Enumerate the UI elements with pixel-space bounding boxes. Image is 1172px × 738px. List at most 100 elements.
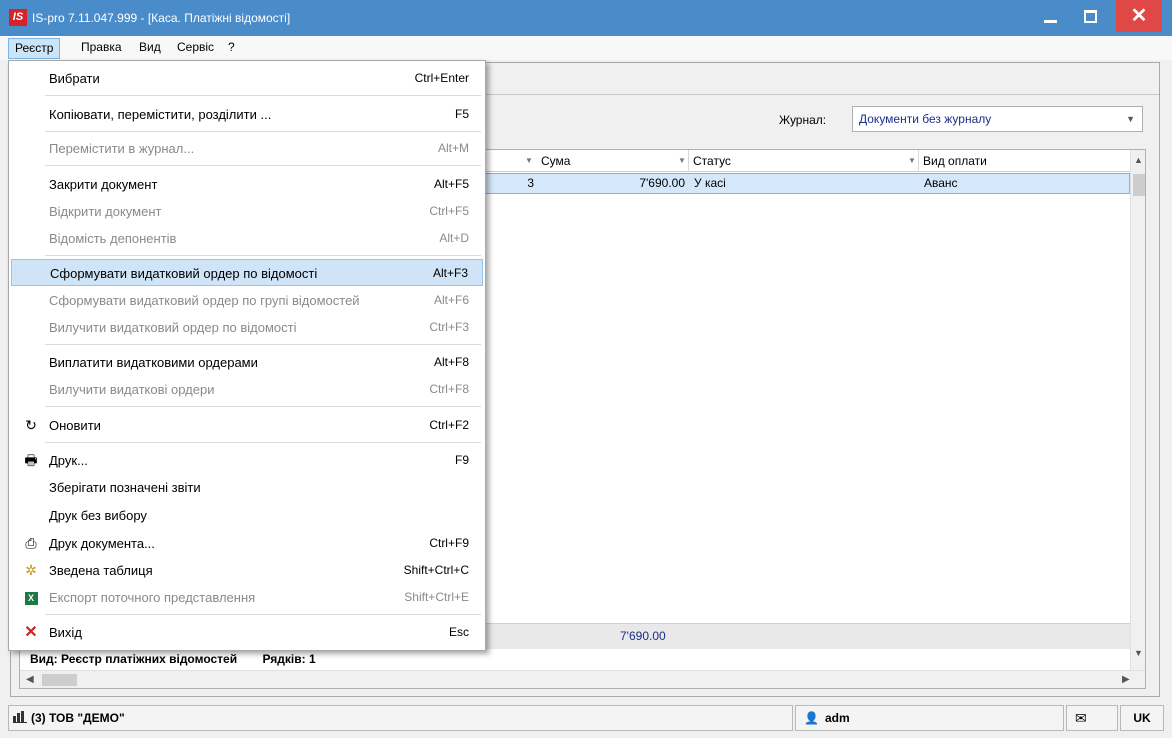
menu-item-depositors-sheet[interactable]: Відомість депонентів Alt+D bbox=[11, 225, 483, 252]
maximize-icon bbox=[1083, 9, 1097, 23]
menu-register[interactable]: Реєстр bbox=[8, 38, 61, 59]
status-user-text: adm bbox=[824, 711, 850, 725]
menu-item-label: Виплатити видатковими ордерами bbox=[49, 355, 258, 370]
scroll-thumb[interactable] bbox=[42, 674, 77, 686]
menu-edit[interactable]: Правка bbox=[75, 38, 128, 59]
menu-item-label: Зберігати позначені звіти bbox=[49, 480, 201, 495]
app-logo: IS bbox=[9, 9, 27, 26]
menu-item-label: Вибрати bbox=[49, 71, 100, 86]
total-sum: 7'690.00 bbox=[620, 629, 666, 643]
menu-item-exit[interactable]: ✕ Вихід Esc bbox=[11, 619, 483, 646]
row-number: 3 bbox=[527, 176, 534, 190]
menu-item-label: Копіювати, перемістити, розділити ... bbox=[49, 107, 272, 122]
status-bar: (3) ТОВ "ДЕМО" 👤 adm ✉ UK bbox=[0, 705, 1172, 731]
status-org-text: (3) ТОВ "ДЕМО" bbox=[31, 711, 125, 725]
menu-item-create-order-by-group[interactable]: Сформувати видатковий ордер по групі від… bbox=[11, 287, 483, 314]
journal-select[interactable]: Документи без журналу ▼ bbox=[852, 106, 1143, 132]
print-document-icon: ⎙ bbox=[25, 535, 37, 551]
minimize-button[interactable] bbox=[1030, 0, 1070, 32]
menu-item-label: Сформувати видатковий ордер по групі від… bbox=[49, 293, 360, 308]
menu-item-refresh[interactable]: ↻ Оновити Ctrl+F2 bbox=[11, 412, 483, 439]
menu-item-shortcut: Alt+D bbox=[439, 231, 469, 245]
scroll-thumb[interactable] bbox=[1133, 174, 1145, 196]
menu-item-shortcut: Shift+Ctrl+C bbox=[403, 563, 469, 577]
window-title: IS-pro 7.11.047.999 - [Каса. Платіжні ві… bbox=[32, 11, 291, 25]
journal-select-value: Документи без журналу bbox=[859, 112, 992, 126]
organization-icon bbox=[13, 711, 27, 723]
status-mail[interactable]: ✉ bbox=[1066, 705, 1118, 731]
menu-item-label: Експорт поточного представлення bbox=[49, 590, 256, 605]
user-icon: 👤 bbox=[804, 711, 819, 725]
menu-item-print-without-selection[interactable]: Друк без вибору bbox=[11, 502, 483, 529]
menu-bar: Реєстр Правка Вид Сервіс ? bbox=[0, 36, 1172, 60]
menu-item-label: Друк документа... bbox=[49, 536, 155, 551]
filter-icon[interactable]: ▼ bbox=[525, 150, 533, 172]
menu-item-label: Відкрити документ bbox=[49, 204, 162, 219]
title-bar[interactable]: IS IS-pro 7.11.047.999 - [Каса. Платіжні… bbox=[0, 0, 1172, 36]
menu-item-label: Вилучити видатковий ордер по відомості bbox=[49, 320, 297, 335]
menu-separator bbox=[45, 442, 481, 443]
menu-item-label: Перемістити в журнал... bbox=[49, 141, 195, 156]
refresh-icon: ↻ bbox=[25, 417, 37, 433]
horizontal-scrollbar[interactable]: ◀ ▶ bbox=[20, 670, 1145, 688]
menu-item-label: Друк без вибору bbox=[49, 508, 147, 523]
menu-item-shortcut: Ctrl+F9 bbox=[429, 536, 469, 550]
filter-icon[interactable]: ▼ bbox=[908, 150, 916, 172]
status-user[interactable]: 👤 adm bbox=[795, 705, 1064, 731]
cell-sum: 7'690.00 bbox=[639, 176, 685, 190]
menu-item-pay-by-orders[interactable]: Виплатити видатковими ордерами Alt+F8 bbox=[11, 349, 483, 376]
grid-summary: Вид: Реєстр платіжних відомостей Рядків:… bbox=[30, 652, 316, 666]
menu-item-select[interactable]: Вибрати Ctrl+Enter bbox=[11, 65, 483, 92]
menu-item-open-document[interactable]: Відкрити документ Ctrl+F5 bbox=[11, 198, 483, 225]
vertical-scrollbar[interactable]: ▲ ▼ bbox=[1130, 150, 1145, 670]
menu-item-pivot-table[interactable]: ✲ Зведена таблиця Shift+Ctrl+C bbox=[11, 557, 483, 584]
menu-item-shortcut: Alt+F5 bbox=[433, 177, 469, 191]
menu-item-delete-orders[interactable]: Вилучити видаткові ордери Ctrl+F8 bbox=[11, 376, 483, 403]
menu-separator bbox=[45, 406, 481, 407]
menu-service[interactable]: Сервіс bbox=[171, 38, 220, 59]
status-language[interactable]: UK bbox=[1120, 705, 1164, 731]
excel-export-icon: X bbox=[23, 584, 39, 611]
menu-item-label: Вихід bbox=[49, 625, 82, 640]
summary-rows: Рядків: 1 bbox=[262, 652, 316, 666]
menu-item-export-view[interactable]: X Експорт поточного представлення Shift+… bbox=[11, 584, 483, 611]
menu-item-move-to-journal[interactable]: Перемістити в журнал... Alt+M bbox=[11, 135, 483, 162]
summary-view: Вид: Реєстр платіжних відомостей bbox=[30, 652, 238, 666]
menu-view[interactable]: Вид bbox=[133, 38, 167, 59]
scroll-up-icon[interactable]: ▲ bbox=[1134, 155, 1143, 165]
status-org[interactable]: (3) ТОВ "ДЕМО" bbox=[8, 705, 793, 731]
menu-item-delete-order-by-sheet[interactable]: Вилучити видатковий ордер по відомості C… bbox=[11, 314, 483, 341]
scroll-down-icon[interactable]: ▼ bbox=[1134, 648, 1143, 658]
menu-help[interactable]: ? bbox=[222, 38, 241, 59]
journal-label: Журнал: bbox=[779, 113, 827, 127]
menu-item-create-order-by-sheet[interactable]: Сформувати видатковий ордер по відомості… bbox=[11, 259, 483, 286]
filter-icon[interactable]: ▼ bbox=[678, 150, 686, 172]
pivot-table-icon: ✲ bbox=[25, 562, 37, 578]
menu-item-label: Друк... bbox=[49, 453, 88, 468]
maximize-button[interactable] bbox=[1070, 0, 1110, 32]
menu-separator bbox=[45, 165, 481, 166]
menu-item-shortcut: Ctrl+F8 bbox=[429, 382, 469, 396]
column-header-status[interactable]: Статус bbox=[689, 150, 919, 172]
scroll-right-icon[interactable]: ▶ bbox=[1122, 674, 1130, 685]
menu-separator bbox=[45, 255, 481, 256]
minimize-icon bbox=[1043, 19, 1057, 23]
close-icon: ✕ bbox=[1130, 5, 1148, 27]
chevron-down-icon: ▼ bbox=[1126, 114, 1135, 124]
menu-item-shortcut: F5 bbox=[454, 107, 469, 121]
column-header-sum[interactable]: Сума bbox=[537, 150, 689, 172]
menu-item-label: Зведена таблиця bbox=[49, 563, 153, 578]
column-header-payment-type[interactable]: Вид оплати bbox=[919, 150, 1129, 172]
menu-item-save-marked-reports[interactable]: Зберігати позначені звіти bbox=[11, 474, 483, 501]
menu-separator bbox=[45, 614, 481, 615]
menu-item-close-document[interactable]: Закрити документ Alt+F5 bbox=[11, 171, 483, 198]
menu-item-print[interactable]: 🖶 Друк... F9 bbox=[11, 447, 483, 474]
close-button[interactable]: ✕ bbox=[1116, 0, 1162, 32]
menu-item-shortcut: Ctrl+F3 bbox=[429, 320, 469, 334]
menu-item-shortcut: Ctrl+Enter bbox=[414, 71, 469, 85]
menu-item-copy-move-split[interactable]: Копіювати, перемістити, розділити ... F5 bbox=[11, 101, 483, 128]
scroll-left-icon[interactable]: ◀ bbox=[26, 674, 34, 685]
menu-item-print-document[interactable]: ⎙ Друк документа... Ctrl+F9 bbox=[11, 530, 483, 557]
menu-item-shortcut: Alt+F6 bbox=[433, 293, 469, 307]
menu-item-shortcut: F9 bbox=[454, 453, 469, 467]
